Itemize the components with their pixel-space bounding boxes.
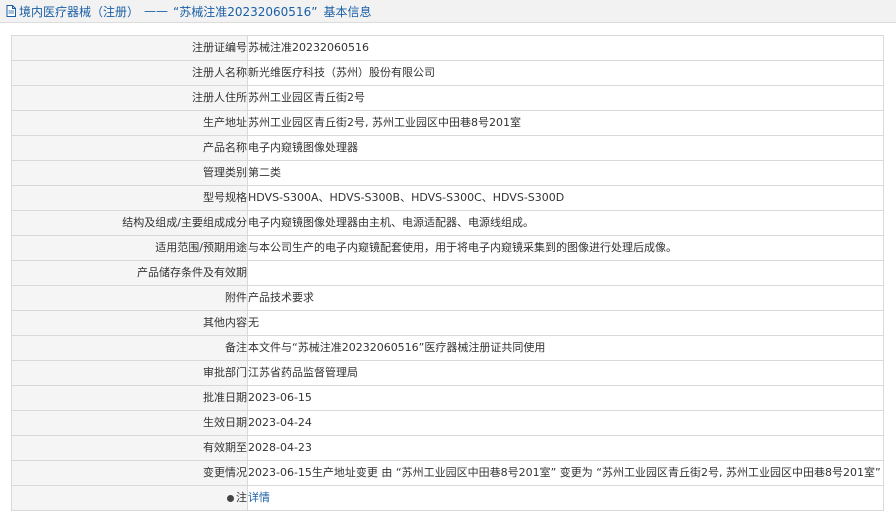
field-label: 注册人名称 xyxy=(11,60,248,86)
breadcrumb-separator: —— xyxy=(144,4,169,18)
field-value: 本文件与“苏械注准20232060516”医疗器械注册证共同使用 xyxy=(247,335,884,361)
field-label: 生效日期 xyxy=(11,410,248,436)
field-label: 生产地址 xyxy=(11,110,248,136)
field-value: 电子内窥镜图像处理器 xyxy=(247,135,884,161)
breadcrumb-category[interactable]: 境内医疗器械（注册） xyxy=(19,3,139,20)
field-label: 批准日期 xyxy=(11,385,248,411)
field-value: 2023-06-15 xyxy=(247,385,884,411)
details-link[interactable]: 详情 xyxy=(249,491,271,504)
field-value: 与本公司生产的电子内窥镜配套使用，用于将电子内窥镜采集到的图像进行处理后成像。 xyxy=(247,235,884,261)
table-row: 生产地址 苏州工业园区青丘街2号, 苏州工业园区中田巷8号201室 xyxy=(11,110,884,136)
field-label: 注册人住所 xyxy=(11,85,248,111)
field-value: 2023-04-24 xyxy=(247,410,884,436)
table-row: 结构及组成/主要组成成分 电子内窥镜图像处理器由主机、电源适配器、电源线组成。 xyxy=(11,210,884,236)
bullet-icon xyxy=(227,494,234,502)
table-row: 变更情况 2023-06-15生产地址变更 由 “苏州工业园区中田巷8号201室”… xyxy=(11,460,884,486)
field-label: 其他内容 xyxy=(11,310,248,336)
field-label: 产品储存条件及有效期 xyxy=(11,260,248,286)
table-row: 适用范围/预期用途 与本公司生产的电子内窥镜配套使用，用于将电子内窥镜采集到的图像… xyxy=(11,235,884,261)
field-value: 苏州工业园区青丘街2号, 苏州工业园区中田巷8号201室 xyxy=(247,110,884,136)
field-label: 管理类别 xyxy=(11,160,248,186)
note-label: 注 xyxy=(11,485,248,511)
field-value: 2023-06-15生产地址变更 由 “苏州工业园区中田巷8号201室” 变更为… xyxy=(247,460,884,486)
field-value: 江苏省药品监督管理局 xyxy=(247,360,884,386)
table-row: 其他内容无 xyxy=(11,310,884,336)
table-row: 批准日期 2023-06-15 xyxy=(11,385,884,411)
table-row: 产品名称 电子内窥镜图像处理器 xyxy=(11,135,884,161)
field-label: 审批部门 xyxy=(11,360,248,386)
table-row: 注册人名称 新光维医疗科技（苏州）股份有限公司 xyxy=(11,60,884,86)
field-value: HDVS-S300A、HDVS-S300B、HDVS-S300C、HDVS-S3… xyxy=(247,185,884,211)
table-row: 有效期至 2028-04-23 xyxy=(11,435,884,461)
field-value: 无 xyxy=(247,310,884,336)
table-row: 审批部门 江苏省药品监督管理局 xyxy=(11,360,884,386)
field-value: 产品技术要求 xyxy=(247,285,884,311)
field-label: 变更情况 xyxy=(11,460,248,486)
table-row: 注册证编号 苏械注准20232060516 xyxy=(11,35,884,61)
field-value: 电子内窥镜图像处理器由主机、电源适配器、电源线组成。 xyxy=(247,210,884,236)
field-label: 型号规格 xyxy=(11,185,248,211)
field-value: 新光维医疗科技（苏州）股份有限公司 xyxy=(247,60,884,86)
table-row: 管理类别 第二类 xyxy=(11,160,884,186)
field-label: 结构及组成/主要组成成分 xyxy=(11,210,248,236)
field-label: 有效期至 xyxy=(11,435,248,461)
page-header: 境内医疗器械（注册） —— “苏械注准20232060516” 基本信息 xyxy=(0,0,896,23)
field-value: 第二类 xyxy=(247,160,884,186)
field-label: 注册证编号 xyxy=(11,35,248,61)
field-value: 2028-04-23 xyxy=(247,435,884,461)
field-value: 苏州工业园区青丘街2号 xyxy=(247,85,884,111)
note-label-text: 注 xyxy=(236,491,247,504)
field-label: 附件 xyxy=(11,285,248,311)
table-row-note: 注详情 xyxy=(11,485,884,511)
note-value: 详情 xyxy=(247,485,884,511)
table-row: 备注 本文件与“苏械注准20232060516”医疗器械注册证共同使用 xyxy=(11,335,884,361)
field-value: 苏械注准20232060516 xyxy=(247,35,884,61)
table-row: 注册人住所 苏州工业园区青丘街2号 xyxy=(11,85,884,111)
table-row: 产品储存条件及有效期 xyxy=(11,260,884,286)
field-label: 备注 xyxy=(11,335,248,361)
document-icon xyxy=(6,5,16,17)
table-row: 生效日期 2023-04-24 xyxy=(11,410,884,436)
field-label: 适用范围/预期用途 xyxy=(11,235,248,261)
table-row: 型号规格 HDVS-S300A、HDVS-S300B、HDVS-S300C、HDV… xyxy=(11,185,884,211)
info-table: 注册证编号 苏械注准20232060516 注册人名称 新光维医疗科技（苏州）股份有限… xyxy=(11,35,884,511)
field-value xyxy=(247,260,884,286)
page-title-suffix: 基本信息 xyxy=(323,4,372,19)
record-title: “苏械注准20232060516” xyxy=(173,4,318,19)
table-row: 附件 产品技术要求 xyxy=(11,285,884,311)
field-label: 产品名称 xyxy=(11,135,248,161)
